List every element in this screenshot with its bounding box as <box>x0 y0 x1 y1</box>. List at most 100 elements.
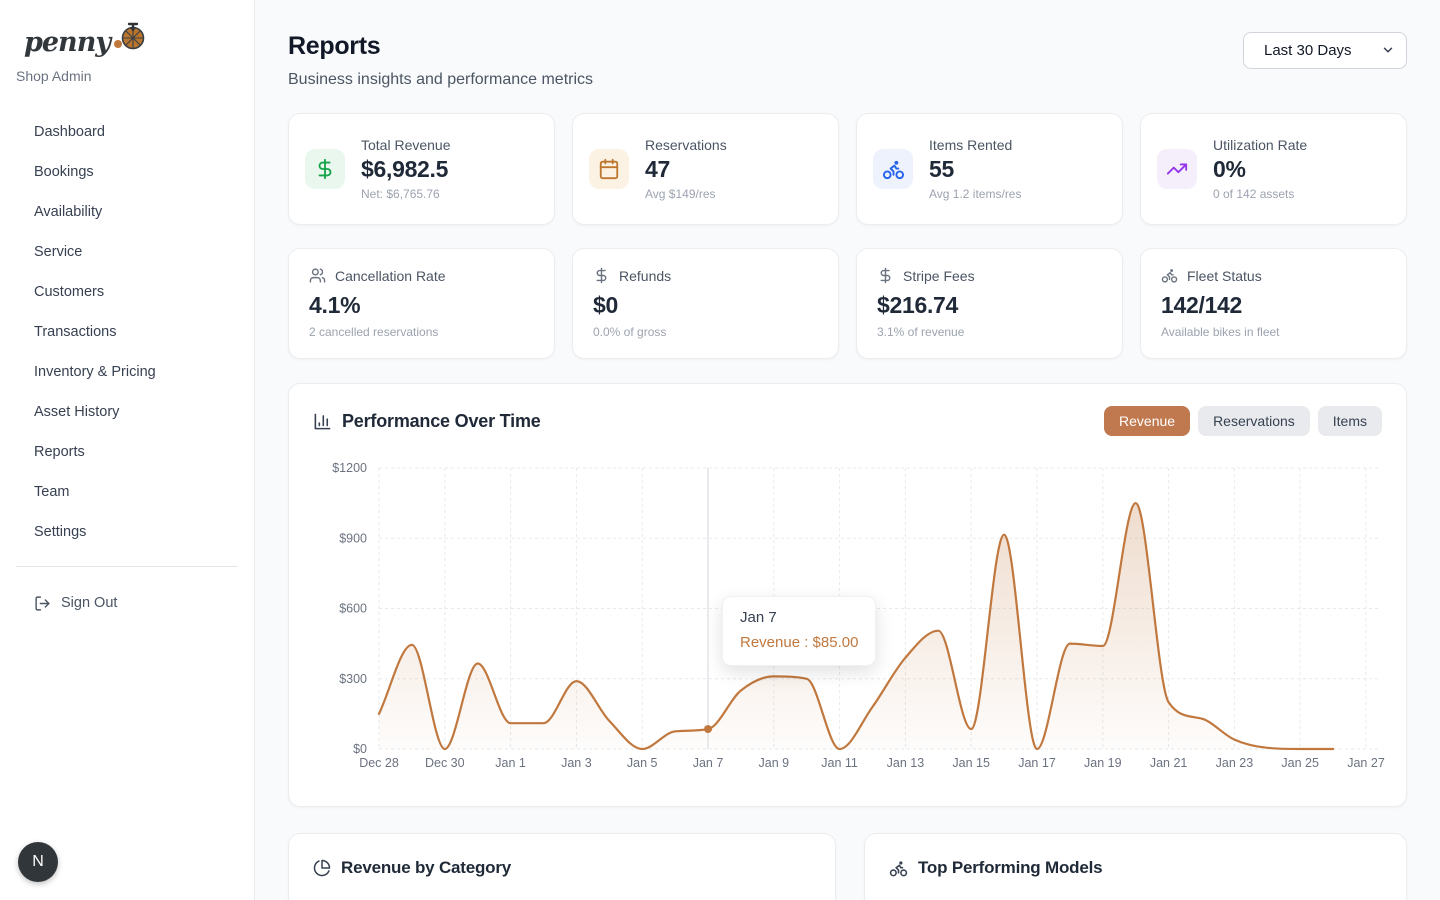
svg-text:Jan 25: Jan 25 <box>1281 756 1319 770</box>
svg-text:Dec 30: Dec 30 <box>425 756 465 770</box>
stat-value: 4.1% <box>309 292 534 319</box>
svg-text:Jan 11: Jan 11 <box>821 756 858 770</box>
stat-sub: 2 cancelled reservations <box>309 325 534 339</box>
svg-text:Jan 23: Jan 23 <box>1216 756 1254 770</box>
bike-icon <box>889 859 908 878</box>
chart-tooltip: Jan 7 Revenue : $85.00 <box>722 596 876 666</box>
stat-sub: Avg $149/res <box>645 187 727 201</box>
sidebar-item-transactions[interactable]: Transactions <box>0 312 254 352</box>
tooltip-date: Jan 7 <box>740 609 858 626</box>
stat-sub: Available bikes in fleet <box>1161 325 1386 339</box>
trending-up-icon <box>1157 149 1197 189</box>
stat-value: 55 <box>929 156 1021 183</box>
stats-row-2: Cancellation Rate 4.1% 2 cancelled reser… <box>288 248 1407 359</box>
stat-sub: Net: $6,765.76 <box>361 187 451 201</box>
stat-card-total-revenue: Total Revenue $6,982.5 Net: $6,765.76 <box>288 113 555 225</box>
sign-out-label: Sign Out <box>61 595 117 611</box>
tab-revenue[interactable]: Revenue <box>1104 406 1190 436</box>
stat-label: Stripe Fees <box>903 268 975 284</box>
revenue-by-category-title: Revenue by Category <box>341 858 511 878</box>
stats-row-1: Total Revenue $6,982.5 Net: $6,765.76 Re… <box>288 113 1407 225</box>
stat-card-items-rented: Items Rented 55 Avg 1.2 items/res <box>856 113 1123 225</box>
tab-items[interactable]: Items <box>1318 406 1382 436</box>
dollar-icon <box>305 149 345 189</box>
stat-label: Reservations <box>645 137 727 153</box>
stat-card-stripe-fees: Stripe Fees $216.74 3.1% of revenue <box>856 248 1123 359</box>
svg-text:$0: $0 <box>353 742 367 756</box>
chart-metric-tabs: Revenue Reservations Items <box>1104 406 1382 436</box>
stat-label: Utilization Rate <box>1213 137 1307 153</box>
brand-logo: penny <box>0 18 254 56</box>
pie-chart-icon <box>313 859 331 877</box>
sidebar-item-settings[interactable]: Settings <box>0 512 254 552</box>
sidebar-nav: Dashboard Bookings Availability Service … <box>0 112 254 552</box>
svg-text:$600: $600 <box>339 602 367 616</box>
svg-text:$1200: $1200 <box>332 461 367 475</box>
stat-value: $216.74 <box>877 292 1102 319</box>
sidebar-item-inventory-pricing[interactable]: Inventory & Pricing <box>0 352 254 392</box>
svg-text:Jan 27: Jan 27 <box>1347 756 1385 770</box>
stat-label: Fleet Status <box>1187 268 1262 284</box>
brand-name: penny <box>24 29 110 56</box>
bottom-cards: Revenue by Category Top Performing Model… <box>288 833 1407 900</box>
stat-card-refunds: Refunds $0 0.0% of gross <box>572 248 839 359</box>
stat-card-cancellation-rate: Cancellation Rate 4.1% 2 cancelled reser… <box>288 248 555 359</box>
app-root: penny Shop Admin Dashboard Bookings Avai… <box>0 0 1440 900</box>
date-range-select-wrap: Last 30 Days <box>1243 32 1407 69</box>
svg-text:Jan 5: Jan 5 <box>627 756 658 770</box>
svg-text:Jan 7: Jan 7 <box>693 756 724 770</box>
sidebar-item-team[interactable]: Team <box>0 472 254 512</box>
svg-text:$900: $900 <box>339 531 367 545</box>
stat-value: 47 <box>645 156 727 183</box>
sidebar-item-customers[interactable]: Customers <box>0 272 254 312</box>
svg-text:Jan 13: Jan 13 <box>887 756 925 770</box>
tab-reservations[interactable]: Reservations <box>1198 406 1310 436</box>
date-range-select[interactable]: Last 30 Days <box>1243 32 1407 69</box>
page-header: Reports Business insights and performanc… <box>288 32 1407 89</box>
performance-over-time-card: $0 $300 $600 $900 $1200 Dec 28 Dec 30 Jan 1 Jan … <box>288 383 1407 807</box>
shop-admin-label: Shop Admin <box>0 68 254 84</box>
stat-sub: 0 of 142 assets <box>1213 187 1307 201</box>
users-icon <box>309 267 326 284</box>
sign-out-button[interactable]: Sign Out <box>0 587 254 619</box>
svg-text:$300: $300 <box>339 672 367 686</box>
sidebar-item-dashboard[interactable]: Dashboard <box>0 112 254 152</box>
stat-value: $0 <box>593 292 818 319</box>
dollar-icon <box>877 267 894 284</box>
revenue-by-category-card: Revenue by Category <box>288 833 836 900</box>
svg-text:Jan 15: Jan 15 <box>952 756 990 770</box>
top-performing-models-card: Top Performing Models <box>864 833 1407 900</box>
dollar-icon <box>593 267 610 284</box>
svg-text:Jan 9: Jan 9 <box>759 756 790 770</box>
sidebar-item-asset-history[interactable]: Asset History <box>0 392 254 432</box>
stat-value: 142/142 <box>1161 292 1386 319</box>
sidebar-item-service[interactable]: Service <box>0 232 254 272</box>
sidebar-item-reports[interactable]: Reports <box>0 432 254 472</box>
penny-farthing-icon <box>112 18 146 55</box>
stat-label: Total Revenue <box>361 137 451 153</box>
stat-card-fleet-status: Fleet Status 142/142 Available bikes in … <box>1140 248 1407 359</box>
tooltip-value: Revenue : $85.00 <box>740 634 858 651</box>
svg-text:Jan 1: Jan 1 <box>495 756 526 770</box>
sidebar-divider <box>16 566 238 567</box>
stat-value: $6,982.5 <box>361 156 451 183</box>
svg-text:Dec 28: Dec 28 <box>359 756 399 770</box>
chart-title: Performance Over Time <box>342 411 541 432</box>
logout-icon <box>34 595 51 612</box>
calendar-icon <box>589 149 629 189</box>
svg-text:Jan 17: Jan 17 <box>1018 756 1056 770</box>
bike-icon <box>1161 267 1178 284</box>
stat-sub: 3.1% of revenue <box>877 325 1102 339</box>
bike-icon <box>873 149 913 189</box>
sidebar-item-availability[interactable]: Availability <box>0 192 254 232</box>
sidebar-item-bookings[interactable]: Bookings <box>0 152 254 192</box>
stat-value: 0% <box>1213 156 1307 183</box>
bar-chart-icon <box>313 412 332 431</box>
stat-card-utilization-rate: Utilization Rate 0% 0 of 142 assets <box>1140 113 1407 225</box>
avatar[interactable]: N <box>18 842 58 882</box>
top-performing-models-title: Top Performing Models <box>918 858 1102 878</box>
svg-text:Jan 3: Jan 3 <box>561 756 592 770</box>
stat-sub: 0.0% of gross <box>593 325 818 339</box>
stat-sub: Avg 1.2 items/res <box>929 187 1021 201</box>
svg-text:Jan 21: Jan 21 <box>1150 756 1188 770</box>
